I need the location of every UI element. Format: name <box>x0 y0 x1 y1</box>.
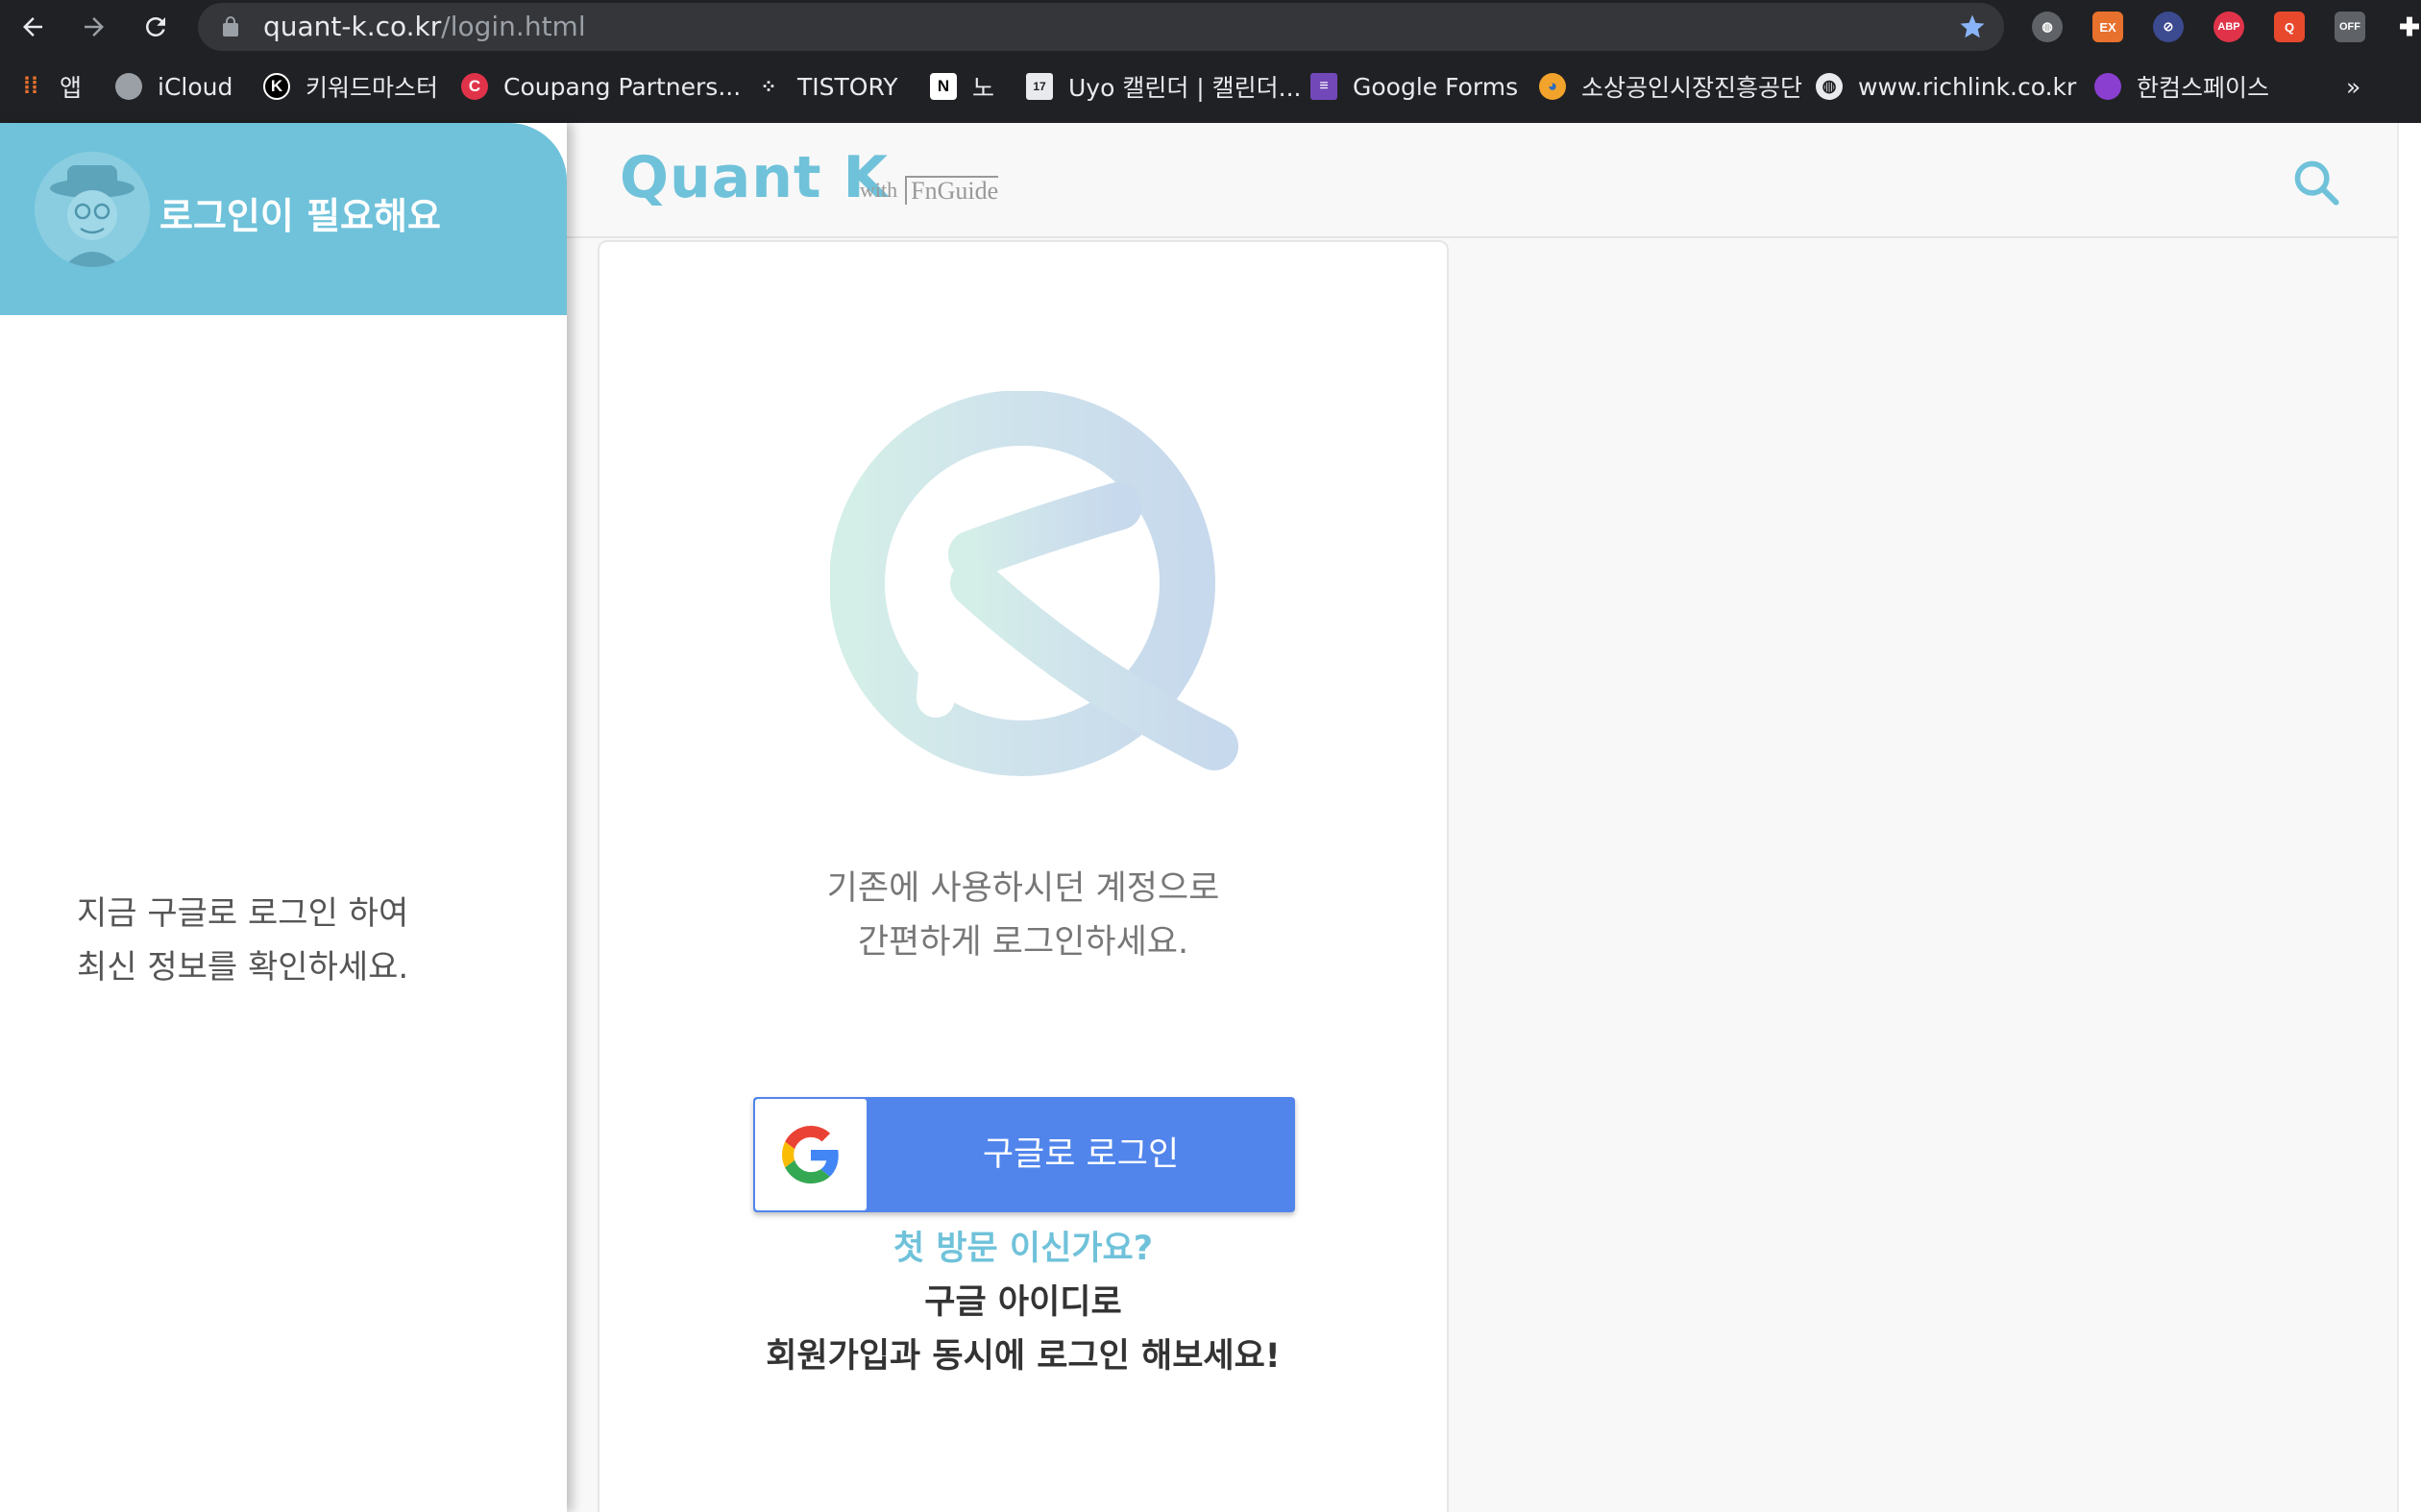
bookmark-star-icon[interactable] <box>1958 12 1987 41</box>
notion-icon: N <box>930 73 957 100</box>
bookmarks-overflow-label: » <box>2346 72 2361 101</box>
bookmark-label: TISTORY <box>797 72 898 101</box>
sidebar-message-line: 최신 정보를 확인하세요. <box>77 948 409 987</box>
google-login-button[interactable]: 구글로 로그인 <box>753 1097 1295 1212</box>
signup-line: 구글 아이디로 <box>924 1283 1122 1322</box>
bookmark-label: 노 <box>972 74 995 102</box>
url-host: quant-k.co.kr <box>263 11 442 42</box>
quant-k-q-logo-icon <box>830 391 1238 776</box>
sidebar-header: 로그인이 필요해요 <box>0 123 567 315</box>
bookmark-keyword-master[interactable]: K 키워드마스터 <box>263 67 438 106</box>
tistory-icon: ⁘ <box>760 76 777 98</box>
bookmark-apps[interactable]: ⁞⁞ 앱 <box>17 67 82 106</box>
off-extension-icon[interactable]: OFF <box>2335 12 2365 42</box>
bookmark-richlink[interactable]: ◍ www.richlink.co.kr <box>1816 67 2076 106</box>
bookmark-label: 앱 <box>60 74 83 102</box>
sidebar-title: 로그인이 필요해요 <box>159 195 441 237</box>
bookmark-label: 키워드마스터 <box>306 74 439 102</box>
semas-icon: ◕ <box>1539 73 1566 100</box>
puzzle-extension-icon[interactable]: ✚ <box>2394 12 2421 42</box>
brand-with-text: with <box>860 178 898 202</box>
arrow-left-icon <box>23 17 42 37</box>
right-scroll-area <box>2397 123 2421 1512</box>
welcome-line: 간편하게 로그인하세요. <box>857 923 1189 962</box>
site-header: Quant K with FnGuide <box>567 123 2397 238</box>
bookmarks-bar: ⁞⁞ 앱 iCloud K 키워드마스터 C Coupang Partners.… <box>0 60 2421 113</box>
bookmark-label: iCloud <box>158 72 233 101</box>
bookmark-google-forms[interactable]: ≡ Google Forms <box>1310 67 1518 106</box>
google-logo-box <box>755 1099 867 1210</box>
welcome-line: 기존에 사용하시던 계정으로 <box>826 869 1220 908</box>
browser-toolbar: quant-k.co.kr/login.html ◍ EX ⊘ ABP Q OF… <box>0 0 2421 54</box>
signup-line: 회원가입과 동시에 로그인 해보세요! <box>766 1337 1281 1376</box>
bookmark-label: Uyo 캘린더 | 캘린더... <box>1068 74 1302 102</box>
reload-button[interactable] <box>133 8 179 46</box>
forward-button[interactable] <box>71 8 117 46</box>
reload-icon <box>146 17 165 37</box>
coupang-icon: C <box>461 73 488 100</box>
address-bar[interactable]: quant-k.co.kr/login.html <box>198 3 2004 51</box>
bookmark-label: 소상공인시장진흥공단 <box>1581 74 1803 102</box>
google-forms-icon: ≡ <box>1310 73 1337 100</box>
google-login-label: 구글로 로그인 <box>982 1135 1180 1174</box>
left-sidebar: 로그인이 필요해요 지금 구글로 로그인 하여 최신 정보를 확인하세요. <box>0 123 567 1512</box>
sidebar-message-line: 지금 구글로 로그인 하여 <box>77 894 409 933</box>
hancom-icon <box>2094 73 2121 100</box>
globe-extension-icon[interactable]: ◍ <box>2032 12 2063 42</box>
google-g-icon <box>782 1126 839 1183</box>
calendar-icon: 17 <box>1026 73 1053 100</box>
first-visit-link[interactable]: 첫 방문 이신가요? <box>599 1222 1447 1276</box>
bookmark-coupang[interactable]: C Coupang Partners... <box>461 67 741 106</box>
url-path: /login.html <box>441 11 586 42</box>
bookmark-uyo-calendar[interactable]: 17 Uyo 캘린더 | 캘린더... <box>1026 67 1302 106</box>
bookmark-tistory[interactable]: ⁘ TISTORY <box>755 67 898 106</box>
bookmark-label: Coupang Partners... <box>503 72 742 101</box>
brand-partner: with FnGuide <box>860 176 999 205</box>
bookmark-label: Google Forms <box>1353 72 1519 101</box>
brand-logo[interactable]: Quant K <box>620 144 889 211</box>
ex-extension-icon[interactable]: EX <box>2092 12 2123 42</box>
bookmarks-overflow-button[interactable]: » <box>2346 67 2360 106</box>
bookmark-label: www.richlink.co.kr <box>1858 72 2077 101</box>
bookmark-icloud[interactable]: iCloud <box>115 67 232 106</box>
fnguide-logo: FnGuide <box>905 176 999 205</box>
bookmark-label: 한컴스페이스 <box>2137 74 2270 102</box>
globe-icon: ◍ <box>1816 73 1843 100</box>
browser-chrome: quant-k.co.kr/login.html ◍ EX ⊘ ABP Q OF… <box>0 0 2421 123</box>
lock-icon <box>223 16 238 37</box>
search-extension-icon[interactable]: Q <box>2274 12 2305 42</box>
search-icon[interactable] <box>2291 158 2341 207</box>
abp-extension-icon[interactable]: ABP <box>2213 12 2244 42</box>
bookmark-semas[interactable]: ◕ 소상공인시장진흥공단 <box>1539 67 1802 106</box>
bookmark-hancom-space[interactable]: 한컴스페이스 <box>2094 67 2269 106</box>
back-button[interactable] <box>10 8 56 46</box>
sidebar-message: 지금 구글로 로그인 하여 최신 정보를 확인하세요. <box>77 887 408 994</box>
url-text: quant-k.co.kr/login.html <box>263 3 586 51</box>
block-extension-icon[interactable]: ⊘ <box>2153 12 2184 42</box>
avatar-illustration-icon <box>35 152 150 267</box>
apps-grid-icon: ⁞⁞ <box>23 73 38 99</box>
bookmark-notion[interactable]: N 노 <box>930 67 994 106</box>
login-welcome-text: 기존에 사용하시던 계정으로 간편하게 로그인하세요. <box>599 862 1447 969</box>
signup-message: 구글 아이디로 회원가입과 동시에 로그인 해보세요! <box>599 1276 1447 1383</box>
arrow-right-icon <box>85 17 104 37</box>
apple-icon <box>115 73 142 100</box>
k-logo-icon: K <box>263 73 290 100</box>
login-card: 기존에 사용하시던 계정으로 간편하게 로그인하세요. 구글로 로그인 첫 방문… <box>598 240 1449 1512</box>
avatar <box>35 152 150 267</box>
